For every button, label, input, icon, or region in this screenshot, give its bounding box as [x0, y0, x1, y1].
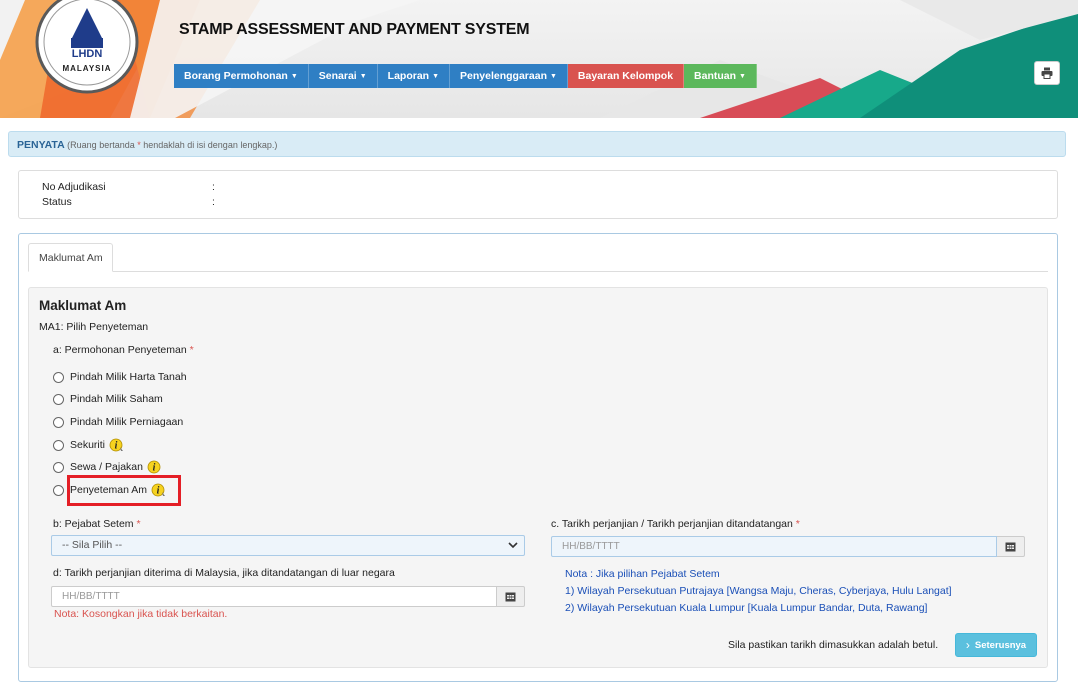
section-subtitle: MA1: Pilih Penyeteman	[39, 321, 149, 333]
radio-button[interactable]	[53, 416, 64, 428]
svg-text:i: i	[115, 441, 118, 452]
section-title: Maklumat Am	[39, 298, 127, 313]
tab-divider	[28, 271, 1048, 272]
nav-borang-permohonan[interactable]: Borang Permohonan ▼	[174, 64, 309, 88]
penyata-bar: PENYATA (Ruang bertanda * hendaklah di i…	[8, 131, 1066, 157]
adjudikasi-info: No Adjudikasi : Status :	[18, 170, 1058, 219]
svg-text:LHDN: LHDN	[72, 48, 103, 60]
pejabat-note-title: Nota : Jika pilihan Pejabat Setem	[565, 568, 720, 580]
info-icon[interactable]: i	[147, 460, 163, 474]
option-pindah-milik-harta-tanah[interactable]: Pindah Milik Harta Tanah	[53, 369, 187, 385]
seterusnya-button[interactable]: › Seterusnya	[955, 633, 1037, 657]
status-row: Status :	[42, 196, 215, 208]
chevron-down-icon: ▼	[359, 73, 367, 80]
option-pindah-milik-saham[interactable]: Pindah Milik Saham	[53, 391, 163, 407]
tarikh-diterima-label: d: Tarikh perjanjian diterima di Malaysi…	[53, 567, 395, 579]
chevron-down-icon	[508, 542, 518, 549]
penyata-title: PENYATA	[17, 139, 65, 151]
lhdn-logo: LHDN MALAYSIA	[33, 0, 141, 100]
radio-button[interactable]	[53, 439, 64, 451]
no-adjudikasi-label: No Adjudikasi	[42, 181, 106, 193]
pejabat-setem-label: b: Pejabat Setem *	[53, 518, 141, 530]
svg-text:MALAYSIA: MALAYSIA	[62, 64, 111, 73]
header-background	[0, 0, 1078, 118]
nav-bayaran-kelompok[interactable]: Bayaran Kelompok	[567, 64, 685, 88]
confirm-date-text: Sila pastikan tarikh dimasukkan adalah b…	[728, 639, 939, 651]
nav-senarai[interactable]: Senarai ▼	[308, 64, 378, 88]
printer-icon	[1041, 67, 1053, 79]
radio-button[interactable]	[53, 484, 64, 496]
nav-bantuan[interactable]: Bantuan ▼	[684, 64, 757, 88]
pejabat-note-putrajaya: 1) Wilayah Persekutuan Putrajaya [Wangsa…	[565, 585, 952, 597]
chevron-down-icon: ▼	[739, 73, 746, 80]
chevron-right-icon: ›	[965, 638, 970, 652]
calendar-icon	[1005, 542, 1016, 552]
pejabat-setem-select[interactable]: -- Sila Pilih --	[51, 535, 525, 556]
tarikh-perjanjian-calendar-button[interactable]	[997, 536, 1025, 557]
svg-text:i: i	[153, 463, 156, 474]
print-button[interactable]	[1034, 61, 1060, 85]
chevron-down-icon: ▼	[432, 73, 440, 80]
penyata-hint: (Ruang bertanda * hendaklah di isi denga…	[67, 140, 278, 150]
kosongkan-note: Nota: Kosongkan jika tidak berkaitan.	[54, 608, 228, 620]
tab-maklumat-am[interactable]: Maklumat Am	[28, 243, 113, 272]
nav-penyelenggaraan[interactable]: Penyelenggaraan ▼	[450, 64, 568, 88]
app-header: LHDN MALAYSIA STAMP ASSESSMENT AND PAYME…	[0, 0, 1078, 118]
tarikh-perjanjian-label: c. Tarikh perjanjian / Tarikh perjanjian…	[551, 518, 800, 530]
tarikh-diterima-calendar-button[interactable]	[497, 586, 525, 607]
chevron-down-icon: ▼	[549, 73, 557, 80]
status-label: Status	[42, 196, 72, 208]
system-title: STAMP ASSESSMENT AND PAYMENT SYSTEM	[179, 21, 530, 38]
form-panel: Maklumat Am Maklumat Am MA1: Pilih Penye…	[18, 233, 1058, 682]
maklumat-am-section: Maklumat Am MA1: Pilih Penyeteman a: Per…	[28, 287, 1048, 668]
pejabat-note-kuala-lumpur: 2) Wilayah Persekutuan Kuala Lumpur [Kua…	[565, 602, 928, 614]
tarikh-diterima-input[interactable]: HH/BB/TTTT	[51, 586, 497, 607]
radio-button[interactable]	[53, 461, 64, 473]
tarikh-perjanjian-input[interactable]: HH/BB/TTTT	[551, 536, 997, 557]
option-sewa-pajakan[interactable]: Sewa / Pajakan i	[53, 459, 163, 475]
info-icon[interactable]: i	[109, 438, 125, 452]
permohonan-label: a: Permohonan Penyeteman *	[53, 344, 194, 356]
radio-button[interactable]	[53, 393, 64, 405]
radio-button[interactable]	[53, 371, 64, 383]
chevron-down-icon: ▼	[290, 73, 298, 80]
option-pindah-milik-perniagaan[interactable]: Pindah Milik Perniagaan	[53, 414, 183, 430]
calendar-icon	[505, 592, 516, 602]
highlight-box	[67, 475, 181, 506]
main-nav: Borang Permohonan ▼ Senarai ▼ Laporan ▼ Pen…	[174, 64, 757, 88]
nav-laporan[interactable]: Laporan ▼	[377, 64, 451, 88]
no-adjudikasi-row: No Adjudikasi :	[42, 181, 215, 193]
option-sekuriti[interactable]: Sekuriti i	[53, 437, 125, 453]
